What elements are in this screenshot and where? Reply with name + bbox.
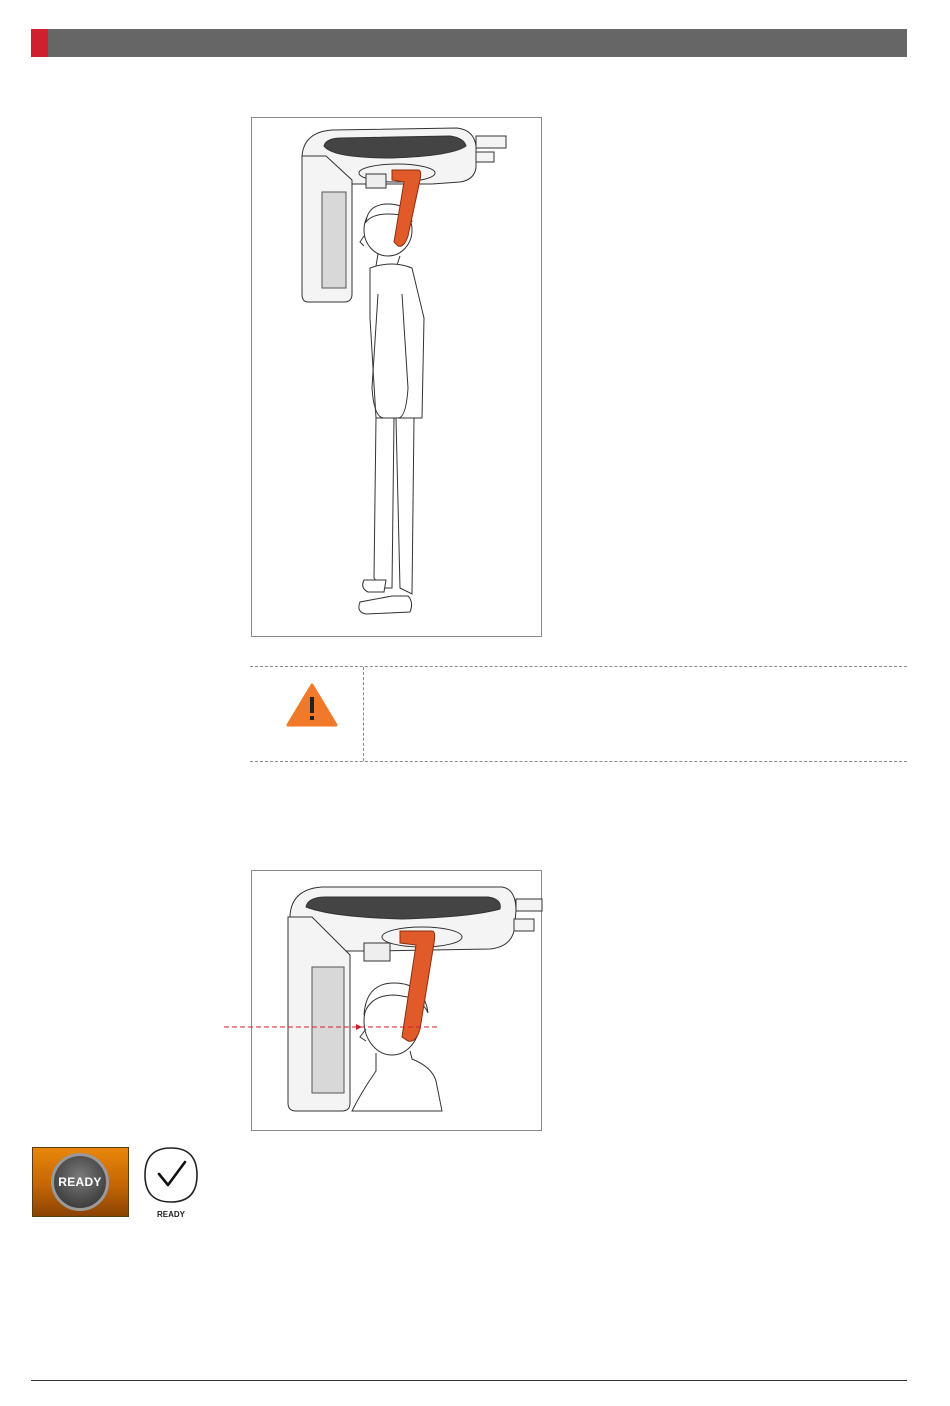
- caution-divider: [363, 667, 364, 761]
- warning-triangle-icon: [286, 683, 338, 727]
- checkmark-icon: [144, 1147, 198, 1203]
- patient-standing-in-unit-illustration: [301, 127, 507, 615]
- footer-rule: [31, 1380, 907, 1381]
- ready-button[interactable]: READY: [32, 1147, 129, 1217]
- ready-check-label: READY: [156, 1210, 185, 1219]
- header-bar: [31, 29, 907, 57]
- figure-head-alignment-laser: [224, 870, 543, 1131]
- caution-box: [250, 666, 907, 762]
- figure-full-body-positioning: [251, 117, 542, 637]
- patient-head-laser-alignment-illustration: [224, 886, 543, 1112]
- ready-button-ring: READY: [51, 1153, 109, 1211]
- header-accent: [31, 29, 48, 57]
- ready-button-label: READY: [58, 1175, 102, 1189]
